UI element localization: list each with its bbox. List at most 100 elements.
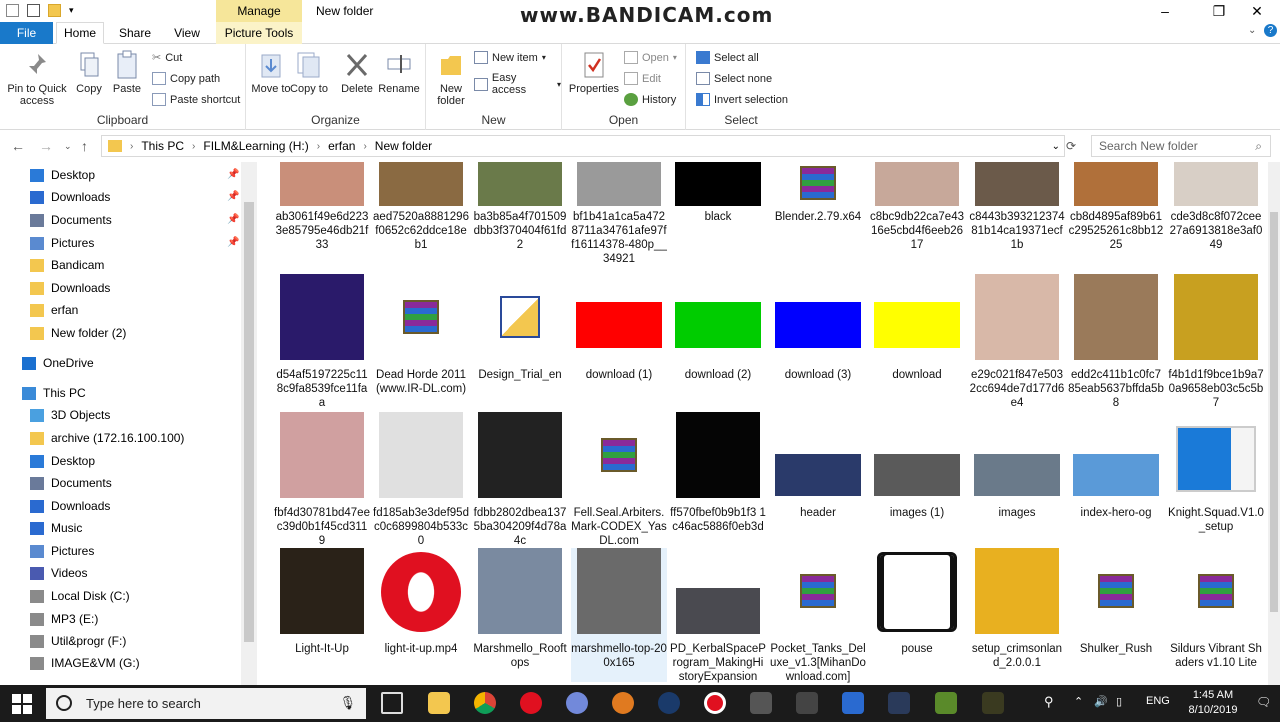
tab-picture-tools[interactable]: Picture Tools <box>216 22 302 44</box>
network-icon[interactable]: ▯ <box>1116 695 1122 708</box>
pin-to-quick-access-button[interactable]: Pin to Quick access <box>6 50 68 107</box>
nav-item[interactable]: Documents <box>30 472 112 494</box>
content-scrollbar-thumb[interactable] <box>1270 212 1278 612</box>
copy-path-button[interactable]: Copy path <box>152 72 220 85</box>
forward-arrow-icon[interactable]: → <box>39 138 53 154</box>
nav-item[interactable]: MP3 (E:) <box>30 608 98 630</box>
file-item[interactable]: Knight.Squad.V1.0_setup <box>1168 412 1264 546</box>
nav-scrollbar-thumb[interactable] <box>244 202 254 642</box>
file-item[interactable]: index-hero-og <box>1068 412 1164 546</box>
minecraft-icon[interactable] <box>935 692 957 714</box>
task-view-icon[interactable] <box>381 692 403 714</box>
tab-manage[interactable]: Manage <box>216 0 302 22</box>
file-item[interactable]: download <box>869 274 965 408</box>
tab-home[interactable]: Home <box>56 22 104 44</box>
invert-selection-button[interactable]: Invert selection <box>696 93 788 106</box>
file-item[interactable]: ba3b85a4f701509dbb3f370404f61fd2 <box>472 162 568 272</box>
breadcrumb-drive[interactable]: FILM&Learning (H:) <box>203 139 308 153</box>
nav-item[interactable]: Downloads <box>30 495 110 517</box>
file-item[interactable]: bf1b41a1ca5a4728711a34761afe97ff16114378… <box>571 162 667 272</box>
file-item[interactable]: download (2) <box>670 274 766 408</box>
select-none-button[interactable]: Select none <box>696 72 772 85</box>
file-item[interactable]: Design_Trial_en <box>472 274 568 408</box>
easy-access-button[interactable]: Easy access ▾ <box>474 72 561 96</box>
speaker-icon[interactable]: 🔊 <box>1094 695 1108 708</box>
language-indicator[interactable]: ENG <box>1146 695 1170 707</box>
file-item[interactable]: aed7520a8881296f0652c62ddce18eb1 <box>373 162 469 272</box>
chevron-down-icon[interactable]: ⌄ <box>1052 141 1060 152</box>
file-item[interactable]: download (1) <box>571 274 667 408</box>
microphone-icon[interactable]: 🎙 <box>339 695 356 711</box>
file-item[interactable]: header <box>770 412 866 546</box>
nav-item[interactable]: New folder (2) <box>30 322 126 344</box>
nav-item[interactable]: Desktop <box>30 164 95 186</box>
file-item[interactable]: marshmello-top-200x165 <box>571 548 667 682</box>
game-icon[interactable] <box>982 692 1004 714</box>
file-item[interactable]: Dead Horde 2011(www.IR-DL.com) <box>373 274 469 408</box>
opera-icon[interactable] <box>520 692 542 714</box>
rename-button[interactable]: Rename <box>374 50 424 95</box>
cut-button[interactable]: ✂ Cut <box>152 51 182 65</box>
taskbar-search-input[interactable]: Type here to search 🎙 <box>46 688 366 719</box>
file-item[interactable]: c8bc9db22ca7e4316e5cbd4f6eeb2617 <box>869 162 965 272</box>
nav-item[interactable]: OneDrive <box>22 352 94 374</box>
people-icon[interactable]: ⚲ <box>1044 694 1054 710</box>
file-item[interactable]: cde3d8c8f072cee27a6913818e3af049 <box>1168 162 1264 272</box>
file-item[interactable]: fdbb2802dbea1375ba304209f4d78a4c <box>472 412 568 547</box>
paste-shortcut-button[interactable]: Paste shortcut <box>152 93 240 106</box>
file-item[interactable]: ff570fbef0b9b1f3 1c46ac5886f0eb3d <box>670 412 766 546</box>
file-item[interactable]: Light-It-Up <box>274 548 370 682</box>
history-button[interactable]: History <box>624 93 676 106</box>
file-item[interactable]: Marshmello_Rooftops <box>472 548 568 682</box>
address-bar[interactable]: › This PC › FILM&Learning (H:) › erfan ›… <box>101 135 1065 157</box>
search-input[interactable]: Search New folder ⌕ <box>1091 135 1271 157</box>
paste-button[interactable]: Paste <box>102 50 152 95</box>
minimize-button[interactable]: – <box>1142 0 1188 22</box>
nav-item[interactable]: Downloads <box>30 186 110 208</box>
file-item[interactable]: Sildurs Vibrant Shaders v1.10 Lite <box>1168 548 1264 682</box>
steam-icon[interactable] <box>658 692 680 714</box>
content-scrollbar[interactable] <box>1268 162 1280 685</box>
nav-item[interactable]: Bandicam <box>30 254 104 276</box>
file-item[interactable]: d54af5197225c118c9fa8539fce11faa <box>274 274 370 409</box>
discord-icon[interactable] <box>566 692 588 714</box>
close-button[interactable]: ✕ <box>1234 0 1280 22</box>
new-folder-icon[interactable] <box>48 4 61 17</box>
file-item[interactable]: black <box>670 162 766 272</box>
copy-to-button[interactable]: Copy to <box>284 50 334 95</box>
unity-hub-icon[interactable] <box>796 692 818 714</box>
file-item[interactable]: f4b1d1f9bce1b9a70a9658eb03c5c5b7 <box>1168 274 1264 409</box>
file-item[interactable]: Shulker_Rush <box>1068 548 1164 682</box>
nav-scrollbar[interactable] <box>241 162 257 685</box>
file-item[interactable]: pouse <box>869 548 965 682</box>
new-item-button[interactable]: New item ▾ <box>474 51 546 64</box>
file-item[interactable]: PD_KerbalSpaceProgram_MakingHistoryExpan… <box>670 548 766 683</box>
blender-icon[interactable] <box>612 692 634 714</box>
file-item[interactable]: images (1) <box>869 412 965 546</box>
file-item[interactable]: Blender.2.79.x64 <box>770 162 866 272</box>
chevron-down-icon[interactable]: ⌄ <box>1248 25 1256 36</box>
file-item[interactable]: fd185ab3e3def95dc0c6899804b533c0 <box>373 412 469 547</box>
file-item[interactable]: cb8d4895af89b61c29525261c8bb1225 <box>1068 162 1164 272</box>
nav-item[interactable]: erfan <box>30 299 78 321</box>
new-folder-button[interactable]: New folder <box>426 50 476 107</box>
file-item[interactable]: c8443b393212374 81b14ca19371ecf1b <box>969 162 1065 272</box>
checkbox-icon[interactable] <box>27 4 40 17</box>
breadcrumb-new-folder[interactable]: New folder <box>375 139 432 153</box>
breadcrumb-erfan[interactable]: erfan <box>328 139 355 153</box>
refresh-icon[interactable]: ⟳ <box>1066 139 1076 153</box>
properties-button[interactable]: Properties <box>568 50 620 95</box>
file-item[interactable]: fbf4d30781bd47eec39d0b1f45cd3119 <box>274 412 370 547</box>
properties-icon[interactable] <box>6 4 19 17</box>
clock[interactable]: 1:45 AM 8/10/2019 <box>1178 688 1248 718</box>
file-item[interactable]: e29c021f847e5032cc694de7d177d6e4 <box>969 274 1065 409</box>
tab-file[interactable]: File <box>0 22 53 44</box>
up-arrow-icon[interactable]: ↑ <box>81 138 88 154</box>
file-item[interactable]: light-it-up.mp4 <box>373 548 469 682</box>
file-item[interactable]: images <box>969 412 1065 546</box>
chevron-up-icon[interactable]: ⌃ <box>1074 695 1083 708</box>
app-icon[interactable] <box>842 692 864 714</box>
nav-item[interactable]: Videos <box>30 562 87 584</box>
file-item[interactable]: Pocket_Tanks_Deluxe_v1.3[MihanDownload.c… <box>770 548 866 683</box>
nav-item[interactable]: Downloads <box>30 277 110 299</box>
